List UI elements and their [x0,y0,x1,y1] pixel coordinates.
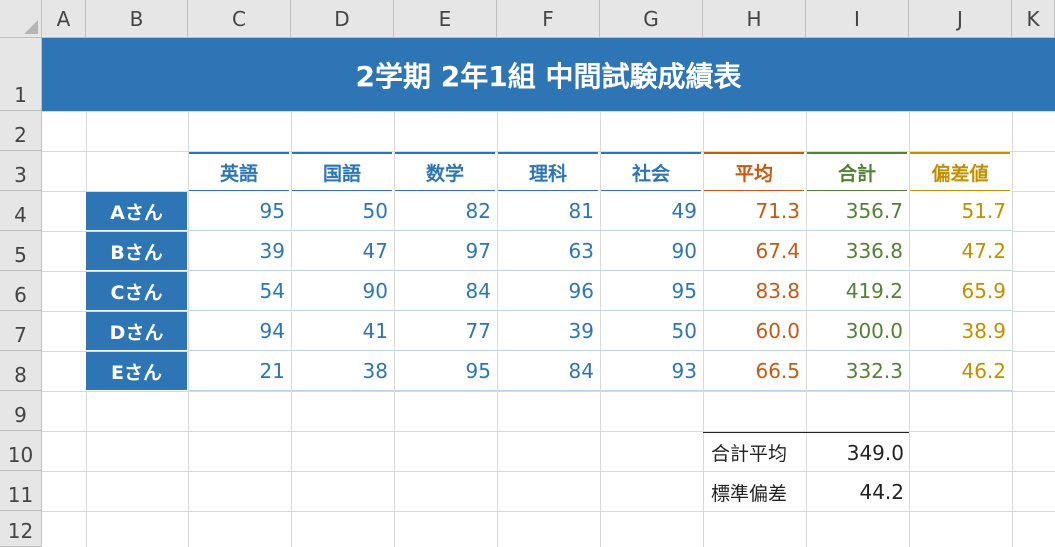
select-all-corner[interactable] [0,0,42,38]
row-header-3[interactable]: 3 [0,151,42,191]
header-japanese[interactable]: 国語 [292,152,392,191]
select-all-icon [24,20,38,34]
score-cell[interactable]: 50 [292,191,394,231]
score-cell[interactable]: 77 [395,311,497,351]
column-header-c[interactable]: C [188,0,291,38]
score-cell[interactable]: 90 [601,231,703,271]
column-header-j[interactable]: J [909,0,1012,38]
deviation-cell[interactable]: 47.2 [910,231,1012,271]
student-name[interactable]: Bさん [86,232,187,270]
total-average-label[interactable]: 合計平均 [703,432,806,472]
student-name[interactable]: Aさん [86,192,187,230]
score-cell[interactable]: 49 [601,191,703,231]
column-header-b[interactable]: B [86,0,188,38]
row-header-12[interactable]: 12 [0,511,42,547]
deviation-cell[interactable]: 46.2 [910,351,1012,391]
row-header-2[interactable]: 2 [0,111,42,151]
student-name[interactable]: Cさん [86,272,187,310]
row-header-4[interactable]: 4 [0,191,42,231]
column-header-g[interactable]: G [600,0,703,38]
gridline-horizontal [42,391,1055,392]
student-name[interactable]: Eさん [86,352,187,390]
row-header-1[interactable]: 1 [0,38,42,111]
average-cell[interactable]: 71.3 [704,191,806,231]
row-header-8[interactable]: 8 [0,351,42,391]
header-math[interactable]: 数学 [395,152,495,191]
total-cell[interactable]: 419.2 [807,271,909,311]
header-average[interactable]: 平均 [704,152,804,191]
score-cell[interactable]: 95 [189,191,291,231]
row-header-5[interactable]: 5 [0,231,42,271]
spreadsheet: ABCDEFGHIJK 1 2 3 4 5 6 7 8 9 10 11 12 2学期 2年1組 中間試… [0,0,1055,547]
average-cell[interactable]: 83.8 [704,271,806,311]
score-cell[interactable]: 97 [395,231,497,271]
student-name[interactable]: Dさん [86,312,187,350]
average-cell[interactable]: 66.5 [704,351,806,391]
column-header-k[interactable]: K [1012,0,1055,38]
score-cell[interactable]: 21 [189,351,291,391]
score-cell[interactable]: 39 [189,231,291,271]
header-english[interactable]: 英語 [189,152,289,191]
total-cell[interactable]: 356.7 [807,191,909,231]
header-science[interactable]: 理科 [498,152,598,191]
std-dev-label[interactable]: 標準偏差 [703,472,806,512]
total-average-value[interactable]: 349.0 [806,432,909,472]
column-header-e[interactable]: E [394,0,497,38]
score-cell[interactable]: 50 [601,311,703,351]
score-cell[interactable]: 82 [395,191,497,231]
row-header-7[interactable]: 7 [0,311,42,351]
score-cell[interactable]: 95 [601,271,703,311]
average-cell[interactable]: 60.0 [704,311,806,351]
score-cell[interactable]: 84 [395,271,497,311]
row-header-10[interactable]: 10 [0,431,42,471]
score-cell[interactable]: 90 [292,271,394,311]
average-cell[interactable]: 67.4 [704,231,806,271]
column-header-f[interactable]: F [497,0,600,38]
score-cell[interactable]: 93 [601,351,703,391]
column-header-d[interactable]: D [291,0,394,38]
total-cell[interactable]: 332.3 [807,351,909,391]
score-cell[interactable]: 41 [292,311,394,351]
std-dev-value[interactable]: 44.2 [806,472,909,512]
gridline-horizontal [42,111,1055,112]
header-deviation[interactable]: 偏差値 [910,152,1010,191]
header-total[interactable]: 合計 [807,152,907,191]
column-header-h[interactable]: H [703,0,806,38]
header-social[interactable]: 社会 [601,152,701,191]
score-cell[interactable]: 81 [498,191,600,231]
column-header-i[interactable]: I [806,0,909,38]
total-cell[interactable]: 300.0 [807,311,909,351]
score-cell[interactable]: 47 [292,231,394,271]
score-cell[interactable]: 38 [292,351,394,391]
row-header-11[interactable]: 11 [0,471,42,511]
column-header-a[interactable]: A [42,0,86,38]
total-cell[interactable]: 336.8 [807,231,909,271]
score-cell[interactable]: 54 [189,271,291,311]
row-header-9[interactable]: 9 [0,391,42,431]
score-cell[interactable]: 94 [189,311,291,351]
deviation-cell[interactable]: 65.9 [910,271,1012,311]
score-cell[interactable]: 95 [395,351,497,391]
deviation-cell[interactable]: 38.9 [910,311,1012,351]
row-header-6[interactable]: 6 [0,271,42,311]
sheet-title[interactable]: 2学期 2年1組 中間試験成績表 [42,38,1055,111]
score-cell[interactable]: 96 [498,271,600,311]
score-cell[interactable]: 63 [498,231,600,271]
score-cell[interactable]: 39 [498,311,600,351]
score-cell[interactable]: 84 [498,351,600,391]
deviation-cell[interactable]: 51.7 [910,191,1012,231]
